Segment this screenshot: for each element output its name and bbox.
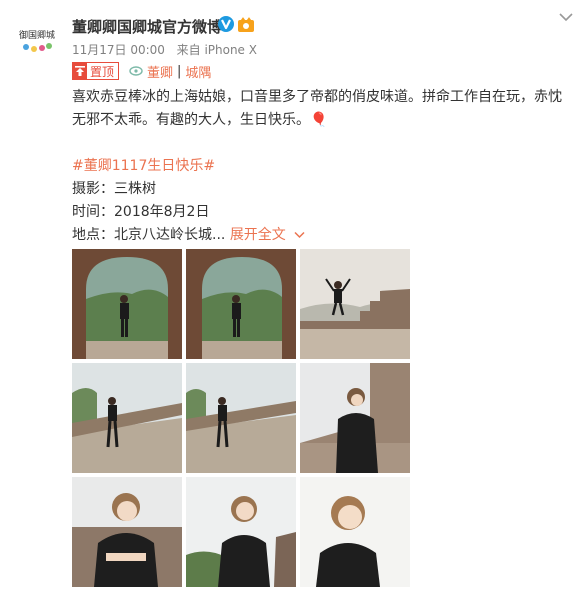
photo-thumb[interactable] bbox=[72, 249, 182, 359]
expand-label: 展开全文 bbox=[229, 227, 286, 243]
post-time[interactable]: 11月17日 00:00 bbox=[72, 43, 165, 57]
photo-thumb[interactable] bbox=[72, 363, 182, 473]
post-content: 喜欢赤豆棒冰的上海姑娘，口音里多了帝都的俏皮味道。拼命工作自在玩，赤忱 无邪不太… bbox=[72, 86, 572, 247]
pinned-label: 置顶 bbox=[90, 64, 115, 79]
photo-thumb[interactable] bbox=[300, 477, 410, 587]
expand-full-text-button[interactable]: 展开全文 bbox=[230, 227, 305, 243]
photo-thumb[interactable] bbox=[186, 477, 296, 587]
hashtag-link[interactable]: #董卿1117生日快乐# bbox=[72, 158, 215, 174]
group-link[interactable]: 城隅 bbox=[185, 62, 211, 81]
link-icon bbox=[129, 66, 143, 76]
photo-thumb[interactable] bbox=[300, 249, 410, 359]
photo-thumb[interactable] bbox=[300, 363, 410, 473]
tag-divider: | bbox=[177, 63, 182, 79]
photo-thumb[interactable] bbox=[186, 249, 296, 359]
expand-chevron-icon bbox=[294, 231, 305, 239]
chevron-down-icon[interactable] bbox=[559, 12, 573, 22]
pin-arrow-icon bbox=[73, 63, 87, 79]
post-text-line-1: 喜欢赤豆棒冰的上海姑娘，口音里多了帝都的俏皮味道。拼命工作自在玩，赤忱 bbox=[72, 89, 562, 105]
post-text-line-2: 无邪不太乖。有趣的大人，生日快乐。🎈 bbox=[72, 112, 328, 128]
topic-link-label: 董卿 bbox=[147, 65, 174, 81]
date-line: 时间：2018年8月2日 bbox=[72, 204, 210, 220]
post-meta: 11月17日 00:00 来自 iPhone X bbox=[72, 41, 257, 58]
source-prefix: 来自 bbox=[176, 43, 201, 57]
pinned-badge: 置顶 bbox=[72, 62, 120, 80]
photo-thumb[interactable] bbox=[186, 363, 296, 473]
member-crown-icon[interactable] bbox=[237, 16, 255, 33]
post-tags: 置顶 董卿 | 城隅 bbox=[72, 62, 211, 81]
author-name[interactable]: 董卿卿国卿城官方微博 bbox=[72, 16, 222, 37]
credit-line: 摄影：三株树 bbox=[72, 181, 156, 197]
location-line: 地点：北京八达岭长城... bbox=[72, 227, 226, 243]
post-source[interactable]: iPhone X bbox=[204, 43, 257, 57]
photo-grid bbox=[72, 249, 410, 587]
avatar-logo-text: 御国卿城 bbox=[19, 29, 55, 41]
photo-thumb[interactable] bbox=[72, 477, 182, 587]
avatar[interactable]: 御国卿城 bbox=[12, 14, 62, 64]
topic-link[interactable]: 董卿 bbox=[129, 62, 173, 81]
verified-v-icon bbox=[218, 16, 234, 32]
